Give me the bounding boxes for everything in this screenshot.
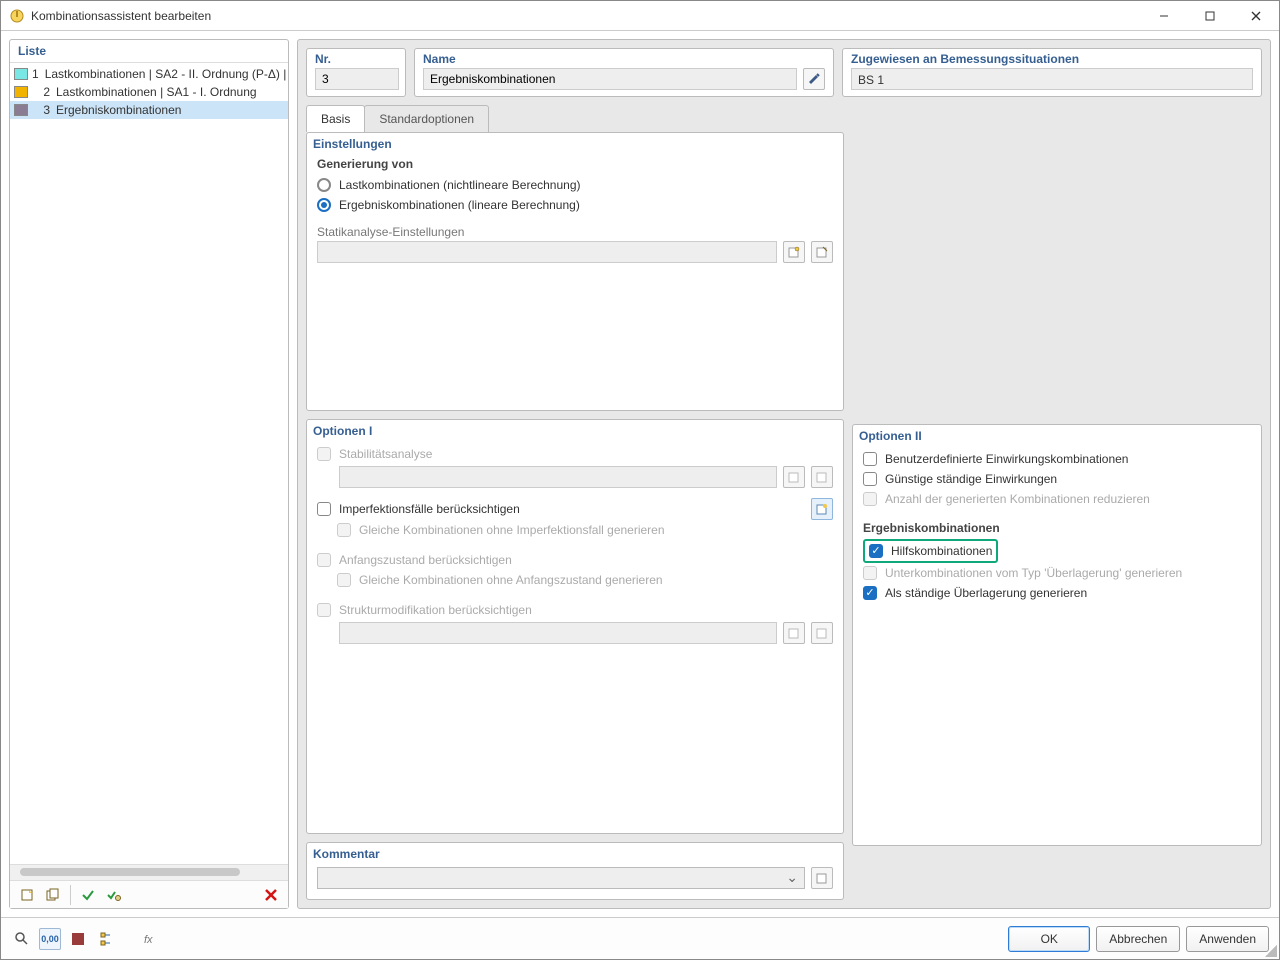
stability-edit-icon [811,466,833,488]
stability-input [339,466,777,488]
list-item[interactable]: 1 Lastkombinationen | SA2 - II. Ordnung … [10,65,288,83]
titlebar: Kombinationsassistent bearbeiten [1,1,1279,31]
assigned-value: BS 1 [851,68,1253,90]
options2-title: Optionen II [859,429,1255,443]
name-label: Name [415,49,833,66]
delete-icon[interactable] [260,884,282,906]
row-number: 3 [32,103,50,117]
ok-button[interactable]: OK [1008,926,1090,952]
chk-initial-state-sub: Gleiche Kombinationen ohne Anfangszustan… [337,570,833,590]
row-label: Lastkombinationen | SA2 - II. Ordnung (P… [45,67,288,81]
radio-ergebniskombinationen[interactable]: Ergebniskombinationen (lineare Berechnun… [317,195,833,215]
chk-unterkombinationen: Unterkombinationen vom Typ 'Überlagerung… [863,563,1251,583]
list-header: Liste [10,40,288,63]
static-analysis-input [317,241,777,263]
new-icon[interactable] [16,884,38,906]
chk-favorable[interactable]: Günstige ständige Einwirkungen [863,469,1251,489]
list[interactable]: 1 Lastkombinationen | SA2 - II. Ordnung … [10,63,288,864]
chk-imperfection-sub: Gleiche Kombinationen ohne Imperfektions… [337,520,833,540]
check-green-icon[interactable] [77,884,99,906]
ek-subtitle: Ergebniskombinationen [863,521,1251,535]
list-item[interactable]: 3 Ergebniskombinationen [10,101,288,119]
tree-icon[interactable] [95,928,117,950]
imperfection-settings-icon[interactable] [811,498,833,520]
svg-text:fx: fx [144,934,153,946]
nr-input[interactable] [315,68,399,90]
horizontal-scrollbar[interactable] [10,864,288,880]
color-icon[interactable] [67,928,89,950]
chk-reduce: Anzahl der generierten Kombinationen red… [863,489,1251,509]
copy-icon[interactable] [42,884,64,906]
chk-hilfskombinationen[interactable]: ✓Hilfskombinationen [869,541,992,561]
function-icon[interactable]: fx [139,928,161,950]
edit-name-icon[interactable] [803,68,825,90]
kommentar-combo[interactable] [317,867,805,889]
generation-label: Generierung von [317,157,833,171]
window-title: Kombinationsassistent bearbeiten [31,9,1141,23]
check-settings-icon[interactable] [103,884,125,906]
close-button[interactable] [1233,1,1279,30]
row-number: 2 [32,85,50,99]
struct-edit-icon [811,622,833,644]
color-swatch [14,86,28,98]
app-icon [9,8,25,24]
static-analysis-label: Statikanalyse-Einstellungen [317,225,833,239]
search-icon[interactable] [11,928,33,950]
name-input[interactable] [423,68,797,90]
stability-new-icon [783,466,805,488]
kommentar-edit-icon[interactable] [811,867,833,889]
kommentar-title: Kommentar [313,847,837,861]
tab-basis[interactable]: Basis [306,105,365,132]
chk-permanent-overlay[interactable]: ✓Als ständige Überlagerung generieren [863,583,1251,603]
chk-struct-mod: Strukturmodifikation berücksichtigen [317,600,833,620]
list-item[interactable]: 2 Lastkombinationen | SA1 - I. Ordnung [10,83,288,101]
nr-label: Nr. [307,49,405,66]
chk-stability: Stabilitätsanalyse [317,444,833,464]
color-swatch [14,104,28,116]
maximize-button[interactable] [1187,1,1233,30]
chk-user-combinations[interactable]: Benutzerdefinierte Einwirkungskombinatio… [863,449,1251,469]
units-icon[interactable]: 0,00 [39,928,61,950]
minimize-button[interactable] [1141,1,1187,30]
chk-initial-state: Anfangszustand berücksichtigen [317,550,833,570]
row-label: Lastkombinationen | SA1 - I. Ordnung [56,85,257,99]
color-swatch [14,68,28,80]
radio-lastkombinationen[interactable]: Lastkombinationen (nichtlineare Berechnu… [317,175,833,195]
options1-title: Optionen I [313,424,837,438]
assigned-label: Zugewiesen an Bemessungssituationen [843,49,1261,66]
new-settings-icon[interactable] [783,241,805,263]
edit-settings-icon[interactable] [811,241,833,263]
struct-new-icon [783,622,805,644]
cancel-button[interactable]: Abbrechen [1096,926,1180,952]
resize-grip[interactable] [1265,945,1277,957]
settings-title: Einstellungen [313,137,837,151]
row-number: 1 [32,67,39,81]
chk-imperfection[interactable]: Imperfektionsfälle berücksichtigen [317,499,803,519]
tab-standard[interactable]: Standardoptionen [364,105,489,132]
apply-button[interactable]: Anwenden [1186,926,1269,952]
row-label: Ergebniskombinationen [56,103,181,117]
struct-mod-input [339,622,777,644]
